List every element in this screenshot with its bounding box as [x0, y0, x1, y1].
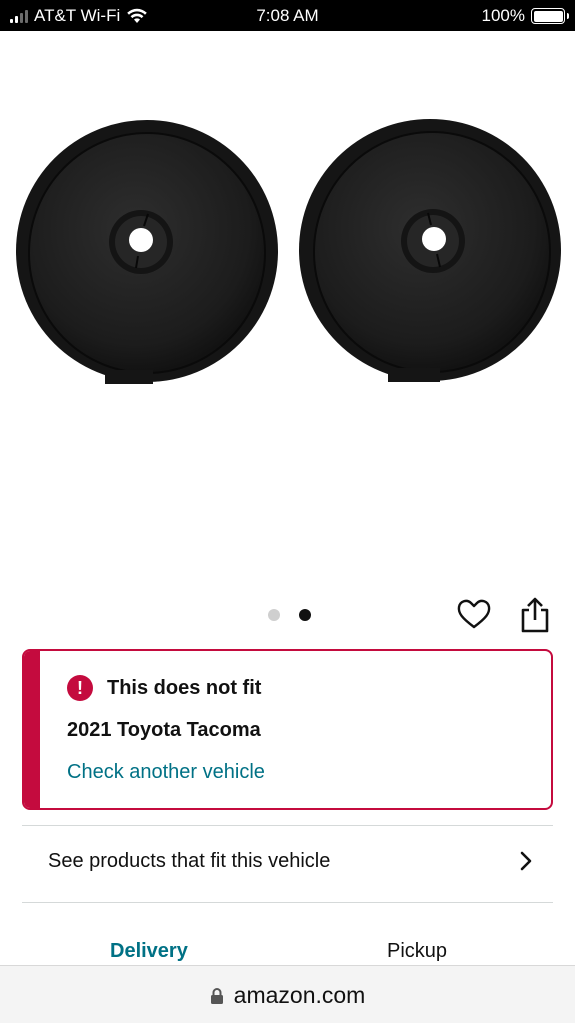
share-icon [521, 597, 549, 633]
chevron-right-icon [520, 851, 532, 871]
vehicle-name: 2021 Toyota Tacoma [67, 719, 261, 741]
add-to-list-button[interactable] [456, 597, 492, 631]
carousel-dot[interactable] [268, 609, 280, 621]
battery-percent: 100% [481, 6, 525, 25]
url-text: amazon.com [233, 982, 366, 1008]
pad-left [16, 120, 278, 384]
battery-icon [531, 8, 569, 24]
see-fitting-products-row[interactable]: See products that fit this vehicle [22, 826, 553, 900]
lock-icon [210, 987, 223, 1004]
product-photo [16, 119, 561, 384]
heart-icon [457, 599, 491, 629]
fitment-alert-card: ! This does not fit 2021 Toyota Tacoma C… [22, 649, 553, 810]
divider [22, 902, 553, 903]
browser-url-bar[interactable]: amazon.com [0, 965, 575, 1023]
url-display: amazon.com [0, 982, 575, 1009]
product-image[interactable] [0, 31, 575, 591]
alert-row: ! This does not fit [67, 675, 261, 701]
see-products-label: See products that fit this vehicle [48, 850, 331, 872]
pad-right [299, 119, 561, 382]
image-carousel-dots [268, 609, 311, 621]
carousel-dot-active[interactable] [299, 609, 311, 621]
tab-pickup[interactable]: Pickup [387, 940, 447, 963]
status-bar: AT&T Wi-Fi 7:08 AM 100% [0, 0, 575, 31]
check-another-vehicle-link[interactable]: Check another vehicle [67, 761, 265, 784]
status-right: 100% [481, 6, 569, 26]
share-button[interactable] [519, 596, 551, 634]
exclamation-icon: ! [67, 675, 93, 701]
alert-stripe [24, 651, 40, 808]
alert-title: This does not fit [107, 676, 262, 699]
tab-delivery[interactable]: Delivery [110, 940, 188, 963]
